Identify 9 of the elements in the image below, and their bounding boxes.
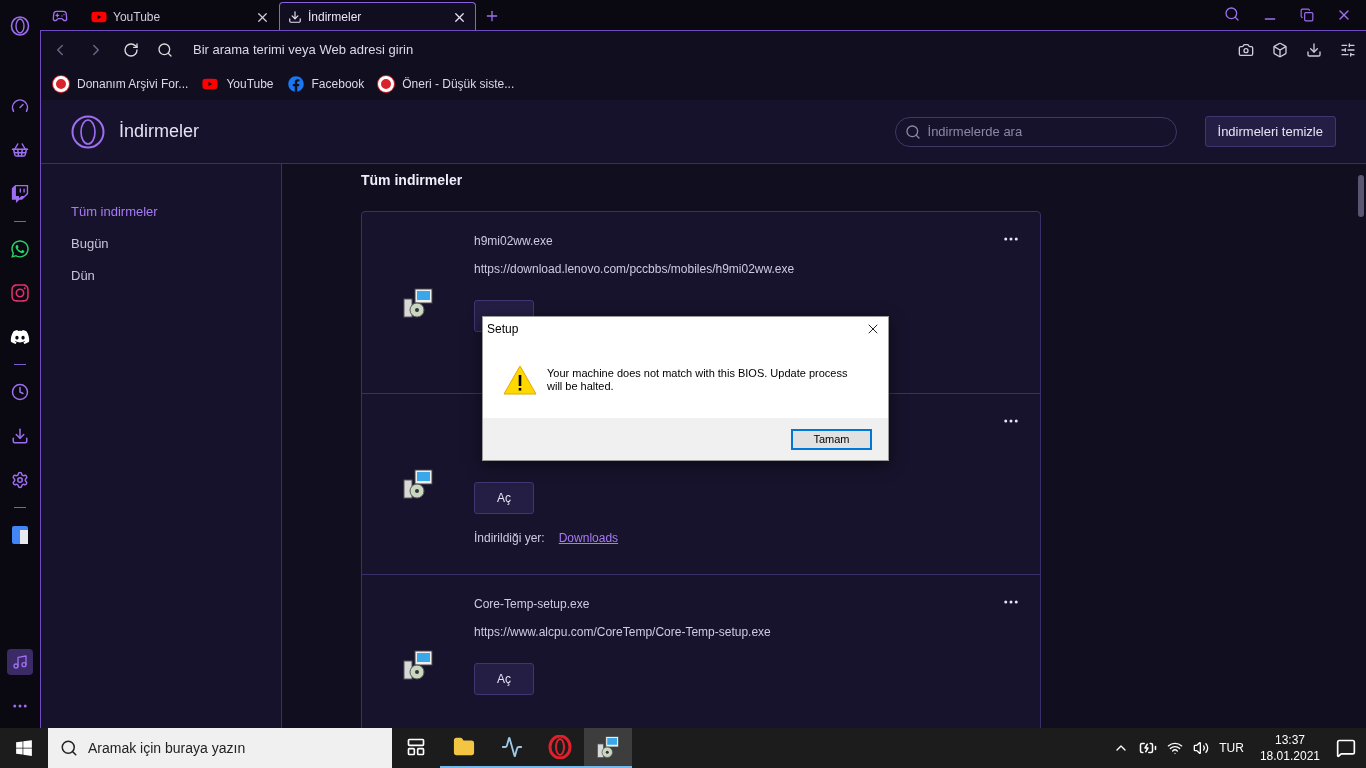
file-name: Core-Temp-setup.exe <box>474 597 590 611</box>
dialog-title: Setup <box>487 322 519 336</box>
file-url: https://www.alcpu.com/CoreTemp/Core-Temp-setup.exe <box>474 625 771 639</box>
section-title: Tüm indirmeler <box>361 172 464 188</box>
page-title: İndirmeler <box>119 121 201 142</box>
file-name: h9mi02ww.exe <box>474 234 553 248</box>
dialog-message: Your machine does not match with this BIOS. Update process will be halted. <box>547 366 849 393</box>
file-url: https://download.lenovo.com/pccbbs/mobiles/h9mi02ww.exe <box>474 262 795 276</box>
location-label: İndirildiği yer: <box>474 531 545 545</box>
